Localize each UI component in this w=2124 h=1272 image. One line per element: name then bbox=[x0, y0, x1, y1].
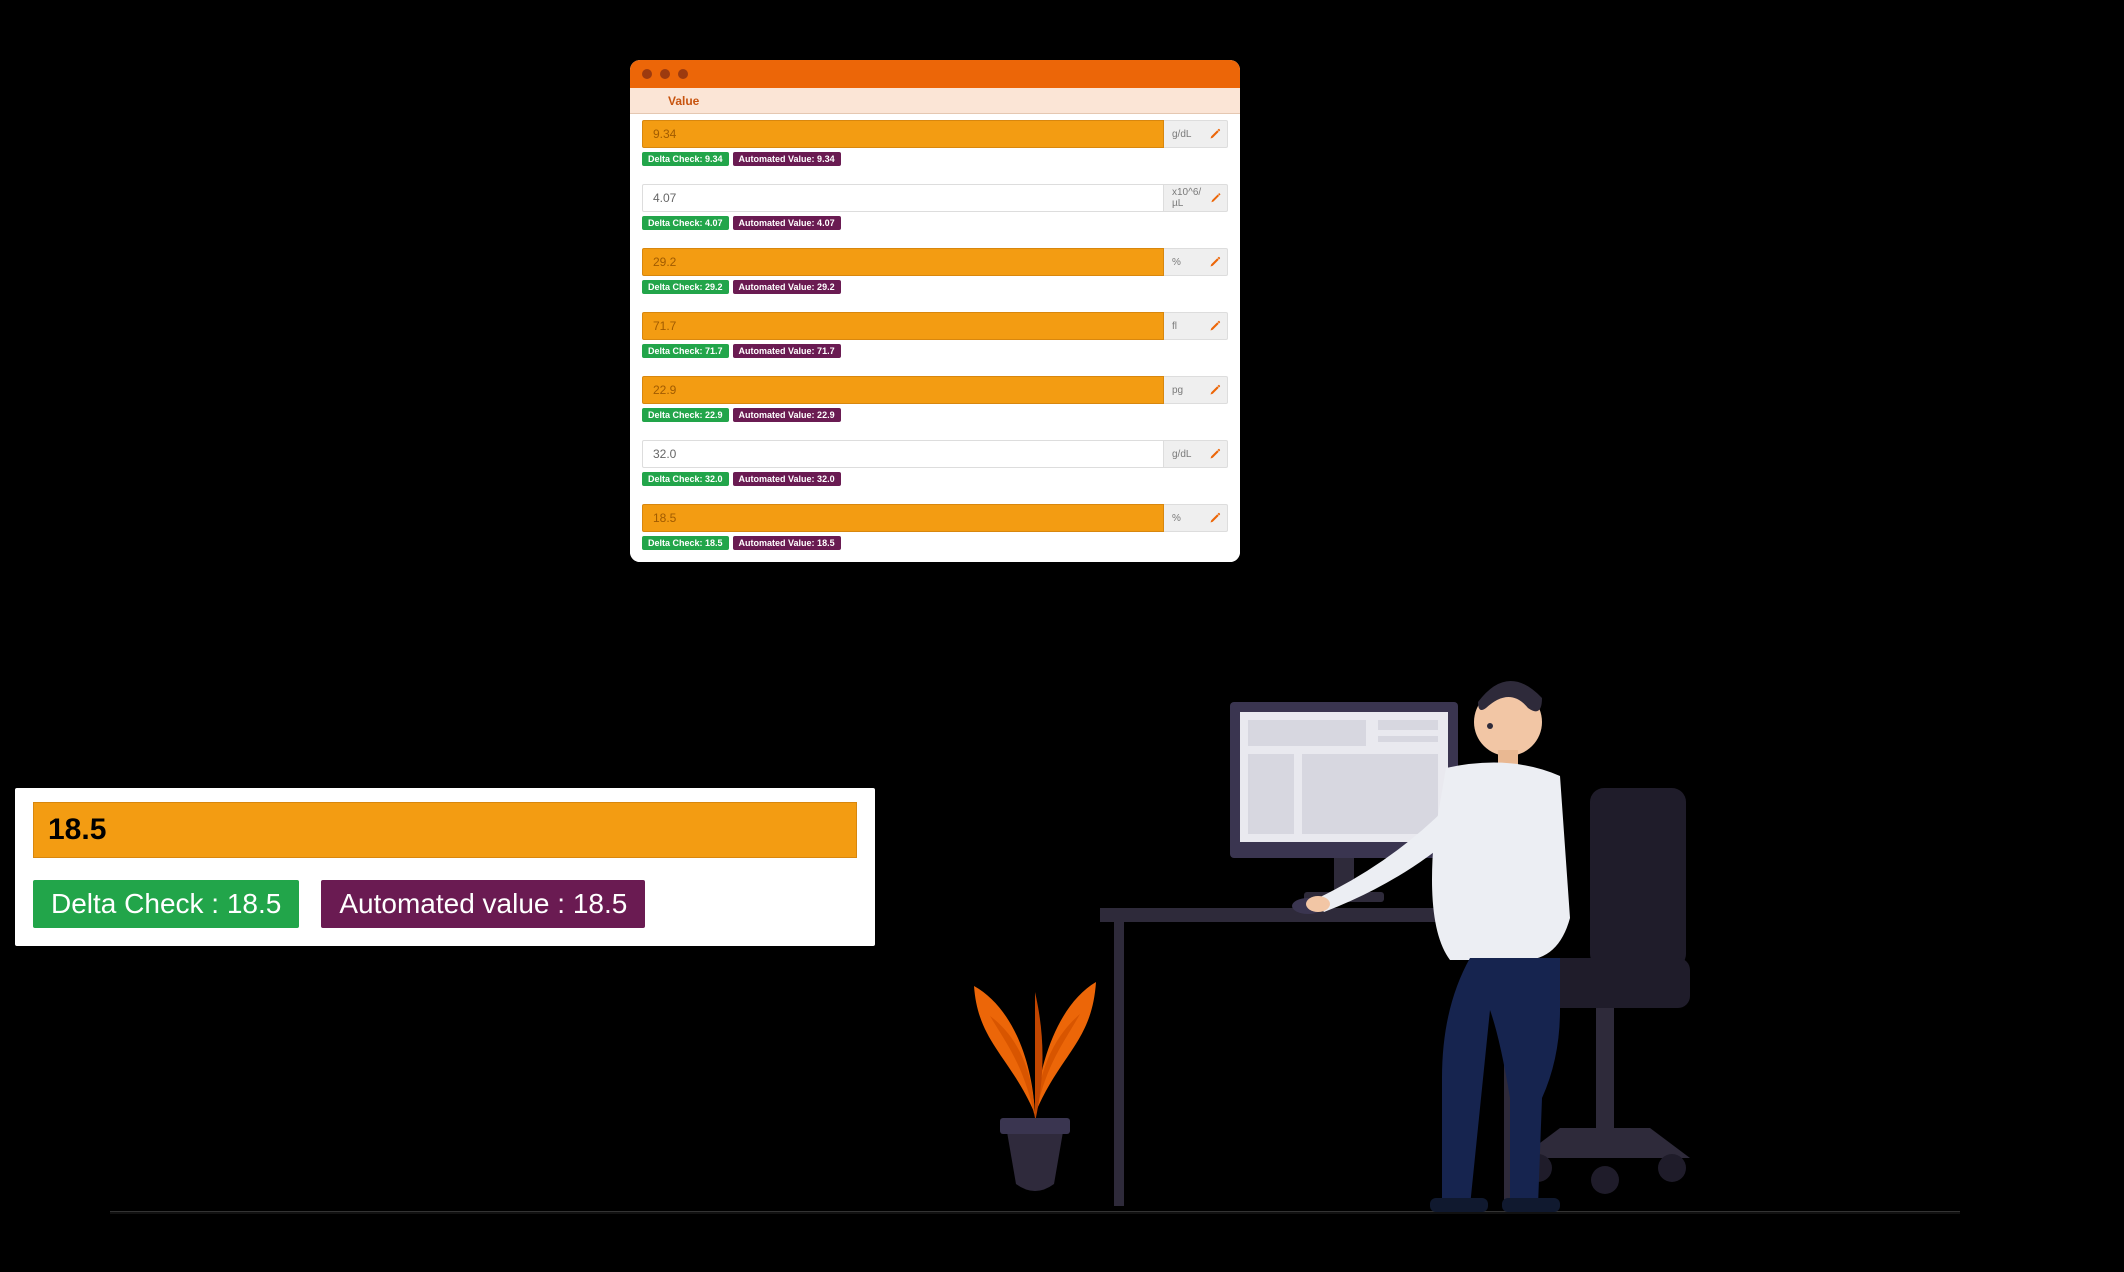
automated-value-badge: Automated Value: 9.34 bbox=[733, 152, 841, 166]
row-tags: Delta Check: 9.34 Automated Value: 9.34 bbox=[642, 152, 1228, 166]
result-row: 71.7 fl Delta Check: 71.7 Automated Value: … bbox=[642, 312, 1228, 358]
delta-check-badge: Delta Check: 29.2 bbox=[642, 280, 729, 294]
result-row: 18.5% Delta Check: 18.5 Automated Value: 1… bbox=[642, 504, 1228, 550]
automated-value-badge: Automated Value: 71.7 bbox=[733, 344, 841, 358]
value-row: 9.34 g/dL bbox=[642, 120, 1228, 148]
value-input[interactable]: 18.5 bbox=[642, 504, 1164, 532]
delta-check-badge: Delta Check: 32.0 bbox=[642, 472, 729, 486]
column-header: Value bbox=[630, 88, 1240, 114]
row-tags: Delta Check: 71.7 Automated Value: 71.7 bbox=[642, 344, 1228, 358]
automated-value-badge: Automated Value: 32.0 bbox=[733, 472, 841, 486]
edit-icon[interactable] bbox=[1209, 384, 1221, 396]
unit-label: pg bbox=[1172, 385, 1183, 396]
edit-icon[interactable] bbox=[1209, 320, 1221, 332]
result-row: 32.0 g/dL Delta Check: 32.0 Automated Value… bbox=[642, 440, 1228, 486]
row-tags: Delta Check: 32.0 Automated Value: 32.0 bbox=[642, 472, 1228, 486]
callout-auto-value: 18.5 bbox=[573, 888, 628, 919]
automated-value-badge: Automated Value: 22.9 bbox=[733, 408, 841, 422]
automated-value-badge: Automated Value: 4.07 bbox=[733, 216, 841, 230]
row-tags: Delta Check: 22.9 Automated Value: 22.9 bbox=[642, 408, 1228, 422]
result-row: 9.34 g/dL Delta Check: 9.34 Automated Value… bbox=[642, 120, 1228, 166]
row-tags: Delta Check: 4.07 Automated Value: 4.07 bbox=[642, 216, 1228, 230]
value-input[interactable]: 29.2 bbox=[642, 248, 1164, 276]
delta-check-badge: Delta Check: 4.07 bbox=[642, 216, 729, 230]
callout-delta-prefix: Delta Check : bbox=[51, 888, 227, 919]
zoomed-row-callout: 18.5 Delta Check : 18.5 Automated value … bbox=[15, 788, 875, 946]
workstation-illustration bbox=[1090, 658, 1730, 1218]
rows-container: 9.34 g/dL Delta Check: 9.34 Automated Value… bbox=[630, 114, 1240, 562]
value-row: 18.5% bbox=[642, 504, 1228, 532]
row-tags: Delta Check: 18.5 Automated Value: 18.5 bbox=[642, 536, 1228, 550]
unit-cell: % bbox=[1164, 504, 1228, 532]
result-row: 22.9 pg Delta Check: 22.9 Automated Value: … bbox=[642, 376, 1228, 422]
edit-icon[interactable] bbox=[1209, 512, 1221, 524]
delta-check-badge: Delta Check: 9.34 bbox=[642, 152, 729, 166]
row-tags: Delta Check: 29.2 Automated Value: 29.2 bbox=[642, 280, 1228, 294]
column-header-label: Value bbox=[668, 94, 699, 108]
callout-delta-check-badge: Delta Check : 18.5 bbox=[33, 880, 299, 928]
callout-auto-prefix: Automated value : bbox=[339, 888, 572, 919]
unit-cell: pg bbox=[1164, 376, 1228, 404]
edit-icon[interactable] bbox=[1210, 192, 1221, 204]
edit-icon[interactable] bbox=[1209, 256, 1221, 268]
delta-check-badge: Delta Check: 71.7 bbox=[642, 344, 729, 358]
value-input[interactable]: 22.9 bbox=[642, 376, 1164, 404]
window-titlebar bbox=[630, 60, 1240, 88]
floor-line bbox=[110, 1212, 1960, 1216]
edit-icon[interactable] bbox=[1209, 448, 1221, 460]
window-control-minimize-icon[interactable] bbox=[660, 69, 670, 79]
unit-cell: fl bbox=[1164, 312, 1228, 340]
value-input[interactable]: 32.0 bbox=[642, 440, 1164, 468]
callout-value-cell[interactable]: 18.5 bbox=[33, 802, 857, 858]
result-row: 29.2% Delta Check: 29.2 Automated Value: 2… bbox=[642, 248, 1228, 294]
value-row: 32.0 g/dL bbox=[642, 440, 1228, 468]
unit-label: % bbox=[1172, 513, 1181, 524]
delta-check-badge: Delta Check: 18.5 bbox=[642, 536, 729, 550]
value-row: 22.9 pg bbox=[642, 376, 1228, 404]
unit-cell: g/dL bbox=[1164, 120, 1228, 148]
window-control-close-icon[interactable] bbox=[642, 69, 652, 79]
unit-label: % bbox=[1172, 257, 1181, 268]
value-row: 71.7 fl bbox=[642, 312, 1228, 340]
unit-cell: x10^6/µL bbox=[1164, 184, 1228, 212]
unit-label: g/dL bbox=[1172, 129, 1191, 140]
unit-cell: % bbox=[1164, 248, 1228, 276]
unit-cell: g/dL bbox=[1164, 440, 1228, 468]
delta-check-badge: Delta Check: 22.9 bbox=[642, 408, 729, 422]
value-input[interactable]: 71.7 bbox=[642, 312, 1164, 340]
result-row: 4.07 x10^6/µL Delta Check: 4.07 Automated V… bbox=[642, 184, 1228, 230]
value-input[interactable]: 9.34 bbox=[642, 120, 1164, 148]
unit-label: x10^6/µL bbox=[1172, 187, 1210, 209]
callout-automated-value-badge: Automated value : 18.5 bbox=[321, 880, 645, 928]
results-window: Value 9.34 g/dL Delta Check: 9.34 Automated… bbox=[630, 60, 1240, 562]
unit-label: fl bbox=[1172, 321, 1177, 332]
automated-value-badge: Automated Value: 18.5 bbox=[733, 536, 841, 550]
value-input[interactable]: 4.07 bbox=[642, 184, 1164, 212]
callout-delta-value: 18.5 bbox=[227, 888, 282, 919]
unit-label: g/dL bbox=[1172, 449, 1191, 460]
automated-value-badge: Automated Value: 29.2 bbox=[733, 280, 841, 294]
edit-icon[interactable] bbox=[1209, 128, 1221, 140]
value-row: 4.07 x10^6/µL bbox=[642, 184, 1228, 212]
potted-plant-icon bbox=[950, 946, 1120, 1214]
callout-tags: Delta Check : 18.5 Automated value : 18.… bbox=[33, 880, 857, 928]
value-row: 29.2% bbox=[642, 248, 1228, 276]
window-control-zoom-icon[interactable] bbox=[678, 69, 688, 79]
